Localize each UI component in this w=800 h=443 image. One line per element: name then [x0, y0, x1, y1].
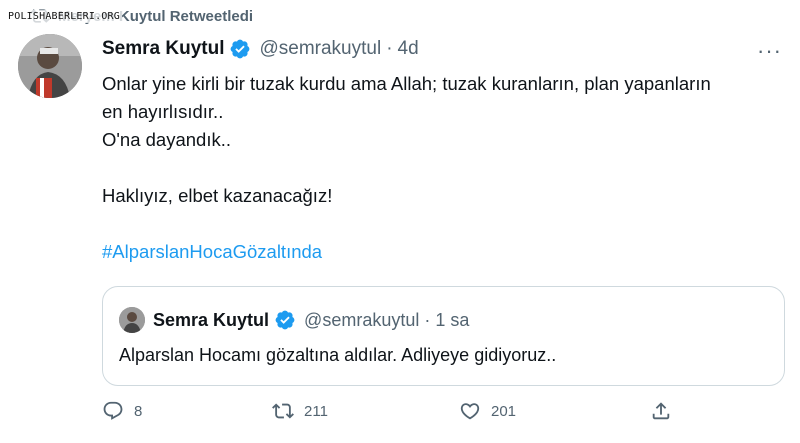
like-count: 201: [491, 402, 517, 420]
more-options-icon[interactable]: ···: [757, 38, 782, 64]
reply-icon: [103, 401, 123, 420]
tweet-line: O'na dayandık..: [102, 129, 232, 150]
tweet-line: en hayırlısıdır..: [102, 101, 224, 122]
quote-avatar: [119, 307, 145, 333]
quote-timestamp: 1 sa: [435, 309, 470, 330]
author-name[interactable]: Semra Kuytul: [102, 38, 224, 60]
tweet-line: Onlar yine kirli bir tuzak kurdu ama All…: [102, 73, 711, 94]
verified-badge-icon: [275, 310, 295, 330]
separator: ·: [424, 309, 431, 330]
retweet-button[interactable]: 211: [272, 400, 328, 422]
watermark: POLISHABERLERI.ORG: [6, 10, 122, 23]
timestamp[interactable]: 4d: [398, 38, 419, 60]
share-icon: [652, 402, 670, 420]
reply-count: 8: [134, 402, 143, 420]
tweet-actions: 8 211 201: [102, 400, 702, 436]
tweet-text: Onlar yine kirli bir tuzak kurdu ama All…: [102, 70, 782, 266]
heart-icon: [460, 403, 480, 420]
share-button[interactable]: [650, 400, 672, 422]
tweet-header: Semra Kuytul @semrakuytul · 4d: [102, 36, 780, 62]
author-handle[interactable]: @semrakuytul: [259, 38, 381, 60]
quoted-tweet[interactable]: Semra Kuytul @semrakuytul · 1 sa Alparsl…: [102, 286, 785, 386]
quote-text: Alparslan Hocamı gözaltına aldılar. Adli…: [119, 345, 557, 365]
avatar[interactable]: [18, 34, 82, 98]
like-button[interactable]: 201: [459, 400, 516, 422]
retweet-icon: [272, 403, 294, 419]
quote-author-name: Semra Kuytul: [153, 309, 270, 330]
hashtag-link[interactable]: #AlparslanHocaGözaltında: [102, 238, 782, 266]
verified-badge-icon: [231, 39, 250, 59]
tweet-line: Haklıyız, elbet kazanacağız!: [102, 185, 333, 206]
quote-header: Semra Kuytul @semrakuytul · 1 sa: [119, 307, 469, 333]
retweet-count: 211: [304, 402, 328, 420]
reply-button[interactable]: 8: [102, 400, 142, 422]
quote-author-handle: @semrakuytul: [304, 309, 420, 330]
separator: ·: [386, 38, 393, 59]
